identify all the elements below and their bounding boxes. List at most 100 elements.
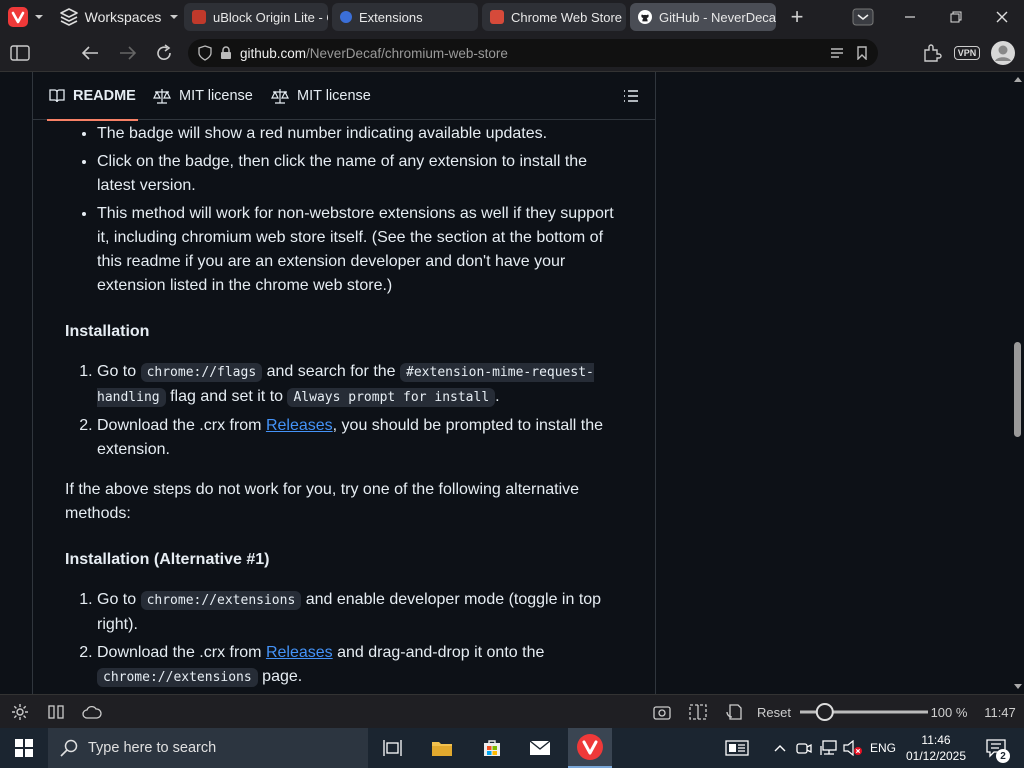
start-button[interactable] xyxy=(0,728,48,768)
restore-button[interactable] xyxy=(942,0,970,34)
store-icon xyxy=(484,740,500,756)
github-favicon-icon xyxy=(638,10,652,24)
list-icon xyxy=(624,90,638,102)
alternative-paragraph: If the above steps do not work for you, … xyxy=(65,481,580,522)
address-toolbar: github.com/NeverDecaf/chromium-web-store… xyxy=(0,34,1024,72)
profile-button[interactable] xyxy=(988,34,1018,72)
installation-steps: Go to chrome://flags and search for the … xyxy=(65,360,625,462)
step-text: and search for the xyxy=(262,363,401,380)
tab-mit-license-2[interactable]: MIT license xyxy=(271,72,371,120)
task-view-icon xyxy=(383,740,402,756)
tab-list-button[interactable] xyxy=(850,0,876,34)
releases-link[interactable]: Releases xyxy=(266,644,333,661)
feature-list: The badge will show a red number indicat… xyxy=(65,122,625,298)
speaker-muted-icon xyxy=(843,740,862,756)
step-text: and drag-and-drop it onto the xyxy=(332,644,545,661)
workspaces-button[interactable]: Workspaces xyxy=(56,0,182,34)
scroll-up-icon[interactable] xyxy=(1013,75,1023,83)
mail-button[interactable] xyxy=(520,728,560,768)
zoom-reset-button[interactable]: Reset xyxy=(756,695,792,729)
tab-chrome-web-store[interactable]: Chrome Web Store - xyxy=(482,3,626,31)
reader-view-icon[interactable] xyxy=(830,47,844,59)
taskbar-clock[interactable]: 11:46 01/12/2025 xyxy=(902,728,970,768)
reload-button[interactable] xyxy=(150,34,178,72)
minimize-button[interactable] xyxy=(896,0,924,34)
vivaldi-logo-icon xyxy=(577,734,603,760)
folder-icon xyxy=(432,742,452,756)
address-field[interactable]: github.com/NeverDecaf/chromium-web-store xyxy=(188,39,878,67)
zoom-slider-track xyxy=(800,703,928,721)
tab-label: README xyxy=(73,88,136,104)
taskbar-date: 01/12/2025 xyxy=(905,749,967,763)
volume-button[interactable] xyxy=(842,728,864,768)
tab-github[interactable]: GitHub - NeverDecaf xyxy=(630,3,776,31)
code-extensions-url: chrome://extensions xyxy=(97,668,258,687)
file-explorer-button[interactable] xyxy=(422,728,462,768)
meet-now-button[interactable] xyxy=(794,728,814,768)
page-tiling-button[interactable] xyxy=(686,695,710,729)
tab-list-icon xyxy=(852,8,874,26)
chrome-web-store-favicon-icon xyxy=(490,10,504,24)
tab-label: MIT license xyxy=(297,88,371,104)
list-item: The badge will show a red number indicat… xyxy=(97,122,625,146)
reload-icon xyxy=(157,44,171,60)
cloud-icon xyxy=(82,705,102,719)
code-extensions-url: chrome://extensions xyxy=(140,591,302,610)
extensions-button[interactable] xyxy=(918,34,946,72)
window-tile-icon xyxy=(48,705,64,719)
close-window-button[interactable] xyxy=(988,0,1016,34)
left-margin xyxy=(0,72,32,694)
tab-mit-license[interactable]: MIT license xyxy=(153,72,253,120)
capture-button[interactable] xyxy=(650,695,674,729)
tab-title: Extensions xyxy=(359,9,423,25)
scroll-down-icon[interactable] xyxy=(1013,683,1023,691)
vivaldi-logo-icon xyxy=(8,7,28,27)
readme-tab-bar: README MIT license MIT license xyxy=(33,72,655,121)
releases-link[interactable]: Releases xyxy=(266,417,333,434)
zoom-slider[interactable] xyxy=(798,695,930,729)
task-view-button[interactable] xyxy=(372,728,412,768)
code-flags-url: chrome://flags xyxy=(140,363,263,382)
forward-button[interactable] xyxy=(114,34,142,72)
show-hidden-icons-button[interactable] xyxy=(770,728,790,768)
tab-ublock[interactable]: uBlock Origin Lite - C xyxy=(184,3,328,31)
page-actions-button[interactable] xyxy=(722,695,746,729)
vivaldi-taskbar-button[interactable] xyxy=(568,728,612,768)
gear-icon xyxy=(12,704,28,720)
language-indicator[interactable]: ENG xyxy=(866,728,900,768)
taskbar-search-box[interactable]: Type here to search xyxy=(48,728,368,768)
tab-readme[interactable]: README xyxy=(47,72,138,121)
new-tab-button[interactable]: + xyxy=(784,0,810,34)
workspaces-icon xyxy=(59,8,78,26)
settings-button[interactable] xyxy=(6,695,34,729)
mail-icon xyxy=(529,740,551,755)
alternative-1-heading: Installation (Alternative #1) xyxy=(65,551,270,568)
tray-app-button[interactable] xyxy=(722,728,752,768)
tab-extensions[interactable]: Extensions xyxy=(332,3,478,31)
puzzle-icon xyxy=(924,44,942,62)
sync-button[interactable] xyxy=(78,695,106,729)
page-scrollbar[interactable] xyxy=(1012,72,1024,694)
reset-label: Reset xyxy=(757,704,791,720)
list-item: Go to chrome://flags and search for the … xyxy=(97,360,625,410)
back-button[interactable] xyxy=(76,34,104,72)
url-domain: github.com xyxy=(240,45,307,61)
plus-icon: + xyxy=(790,4,804,29)
bookmark-icon[interactable] xyxy=(856,46,868,60)
scrollbar-thumb[interactable] xyxy=(1014,342,1021,437)
status-clock: 11:47 xyxy=(984,704,1016,720)
readme-content: The badge will show a red number indicat… xyxy=(65,120,625,694)
network-button[interactable] xyxy=(818,728,840,768)
vivaldi-menu-button[interactable] xyxy=(4,0,48,34)
tile-view-button[interactable] xyxy=(42,695,70,729)
list-item: Go to chrome://extensions and enable dev… xyxy=(97,588,625,637)
scale-icon xyxy=(271,89,289,104)
panel-toggle-button[interactable] xyxy=(6,34,34,72)
zoom-slider-knob[interactable] xyxy=(815,703,834,721)
notification-center-button[interactable]: 2 xyxy=(976,728,1016,768)
vpn-button[interactable]: VPN xyxy=(952,34,982,72)
outline-button[interactable] xyxy=(623,72,647,120)
windows-logo-icon xyxy=(15,739,33,757)
store-button[interactable] xyxy=(472,728,512,768)
list-item: Click on the badge, then click the name … xyxy=(97,150,625,198)
